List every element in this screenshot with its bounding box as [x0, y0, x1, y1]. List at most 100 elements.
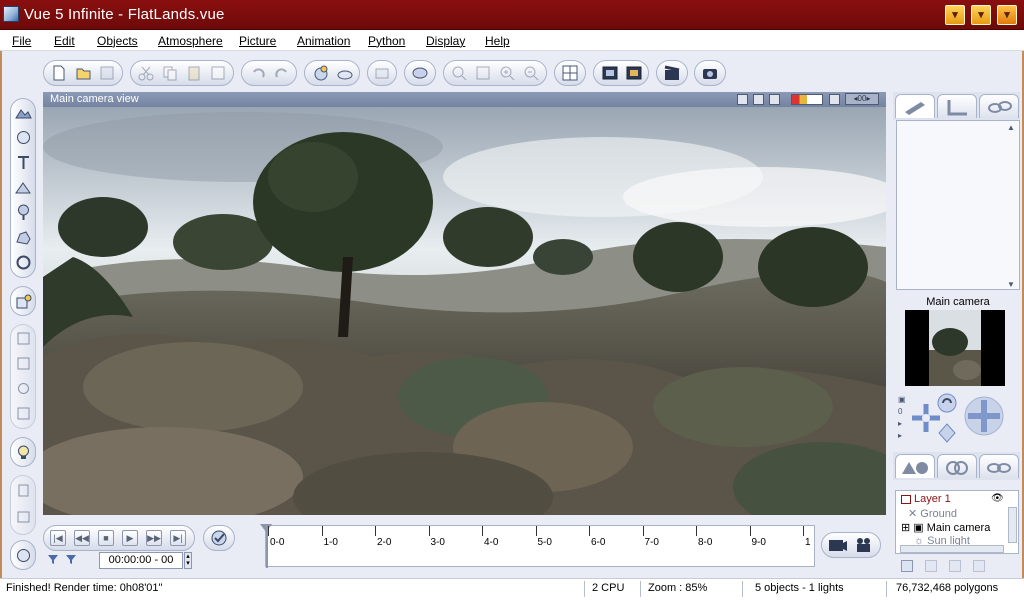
- go-to-end-button[interactable]: ▶|: [170, 530, 186, 546]
- scroll-up-icon[interactable]: ▲: [1007, 123, 1017, 132]
- mountain-tool-button[interactable]: [15, 179, 32, 196]
- play-button[interactable]: ▶: [122, 530, 138, 546]
- tab-numerics[interactable]: [937, 94, 977, 118]
- zoom-in-button[interactable]: [498, 64, 516, 82]
- main-camera-viewport[interactable]: [43, 107, 886, 515]
- properties-scrollbar[interactable]: ▲ ▼: [1007, 123, 1017, 289]
- menu-picture[interactable]: Picture: [239, 34, 276, 48]
- menu-python[interactable]: Python: [368, 34, 405, 48]
- layer-down-button[interactable]: [973, 560, 985, 572]
- time-cursor-handle-icon[interactable]: [260, 524, 272, 534]
- menu-help[interactable]: Help: [485, 34, 510, 48]
- render-options-button[interactable]: [625, 64, 643, 82]
- keyframe-prev-button[interactable]: [47, 553, 59, 565]
- current-time-field[interactable]: 00:00:00 - 00: [99, 552, 183, 569]
- import-object-button[interactable]: [15, 293, 32, 310]
- save-scene-button[interactable]: [98, 64, 116, 82]
- layer-up-button[interactable]: [949, 560, 961, 572]
- render-preview-icon[interactable]: [737, 94, 748, 105]
- load-material-button[interactable]: [312, 64, 330, 82]
- boolean-subtract-button[interactable]: [15, 355, 32, 372]
- zoom-fit-button[interactable]: [450, 64, 468, 82]
- expand-icon[interactable]: ⊞: [901, 522, 910, 534]
- zoom-region-button[interactable]: [474, 64, 492, 82]
- paste-button[interactable]: [185, 64, 203, 82]
- group-objects-button[interactable]: [15, 405, 32, 422]
- menu-edit[interactable]: Edit: [54, 34, 75, 48]
- cylinder-tool-button[interactable]: [15, 482, 32, 499]
- zoom-camera-icon[interactable]: [936, 422, 958, 444]
- copy-button[interactable]: [161, 64, 179, 82]
- orbit-camera-icon[interactable]: [964, 396, 1004, 436]
- cut-button[interactable]: [137, 64, 155, 82]
- light-tool-button[interactable]: [15, 444, 32, 461]
- edit-material-button[interactable]: [336, 64, 354, 82]
- camera-select-icon[interactable]: [753, 94, 764, 105]
- terrain-tool-button[interactable]: [15, 104, 32, 121]
- tab-objects[interactable]: [895, 454, 935, 478]
- new-scene-button[interactable]: [50, 64, 68, 82]
- close-button[interactable]: ▾: [997, 5, 1017, 25]
- animation-toggle-button[interactable]: [203, 525, 235, 551]
- fast-forward-button[interactable]: ▶▶: [146, 530, 162, 546]
- sphere-tool-button[interactable]: [15, 129, 32, 146]
- boolean-intersect-button[interactable]: [15, 380, 32, 397]
- open-scene-button[interactable]: [74, 64, 92, 82]
- four-views-button[interactable]: [561, 64, 579, 82]
- tab-materials[interactable]: [937, 454, 977, 478]
- layer-row[interactable]: Layer 1: [901, 493, 951, 505]
- go-to-start-button[interactable]: |◀: [50, 530, 66, 546]
- view-lock-icon[interactable]: [829, 94, 840, 105]
- tab-aspect[interactable]: [895, 94, 935, 118]
- maximize-button[interactable]: ▾: [971, 5, 991, 25]
- new-layer-button[interactable]: [901, 560, 913, 572]
- keyframe-next-button[interactable]: [65, 553, 77, 565]
- animation-wizard-button[interactable]: [663, 64, 681, 82]
- render-animation-button[interactable]: [828, 536, 848, 554]
- metablob-tool-button[interactable]: [15, 254, 32, 271]
- timeline-ruler[interactable]: 0-0 1-0 2-0 3-0 4-0 5-0 6-0 7-0 8-0 9-0 1: [260, 524, 815, 568]
- camera-preview[interactable]: [905, 310, 1005, 386]
- cube-tool-button[interactable]: [15, 508, 32, 525]
- render-button[interactable]: [601, 64, 619, 82]
- rotate-camera-icon[interactable]: [936, 392, 958, 414]
- plant-tool-button[interactable]: [15, 204, 32, 221]
- link-button[interactable]: [373, 64, 391, 82]
- layer-hscrollbar[interactable]: [900, 545, 1004, 553]
- camera-manager-button[interactable]: [701, 64, 719, 82]
- redo-button[interactable]: [273, 64, 291, 82]
- menu-bar: File Edit Objects Atmosphere Picture Ani…: [0, 30, 1024, 51]
- menu-objects[interactable]: Objects: [97, 34, 138, 48]
- camera-store-controls[interactable]: ▣ 0 ▸ ▸: [898, 394, 908, 444]
- movie-button[interactable]: [854, 536, 874, 554]
- tab-links[interactable]: [979, 454, 1019, 478]
- menu-display[interactable]: Display: [426, 34, 465, 48]
- tab-animation[interactable]: [979, 94, 1019, 118]
- ecosystem-button[interactable]: [15, 547, 32, 564]
- text-tool-button[interactable]: [15, 154, 32, 171]
- scroll-down-icon[interactable]: ▼: [1007, 280, 1015, 289]
- zoom-slider[interactable]: ◂00▸: [845, 93, 879, 105]
- stop-button[interactable]: ■: [98, 530, 114, 546]
- display-mode-icon[interactable]: [791, 94, 823, 105]
- layer-vscrollbar[interactable]: [1008, 507, 1017, 543]
- rewind-button[interactable]: ◀◀: [74, 530, 90, 546]
- rock-tool-button[interactable]: [15, 229, 32, 246]
- minimize-button[interactable]: ▾: [945, 5, 965, 25]
- time-spinner[interactable]: ▴ ▾: [184, 552, 192, 569]
- maximize-view-icon[interactable]: [769, 94, 780, 105]
- group-button[interactable]: [411, 64, 429, 82]
- menu-file[interactable]: File: [12, 34, 31, 48]
- delete-layer-button[interactable]: [925, 560, 937, 572]
- boolean-union-button[interactable]: [15, 330, 32, 347]
- tree-item-main-camera[interactable]: ⊞ ▣ Main camera: [901, 521, 990, 534]
- undo-button[interactable]: [249, 64, 267, 82]
- app-icon[interactable]: [3, 6, 19, 22]
- title-bar[interactable]: Vue 5 Infinite - FlatLands.vue ▾ ▾ ▾: [0, 0, 1024, 30]
- tree-item-ground[interactable]: ✕ Ground: [908, 507, 957, 520]
- zoom-out-button[interactable]: [522, 64, 540, 82]
- duplicate-button[interactable]: [209, 64, 227, 82]
- menu-atmosphere[interactable]: Atmosphere: [158, 34, 223, 48]
- menu-animation[interactable]: Animation: [297, 34, 350, 48]
- visibility-eye-icon[interactable]: 👁: [991, 493, 1004, 504]
